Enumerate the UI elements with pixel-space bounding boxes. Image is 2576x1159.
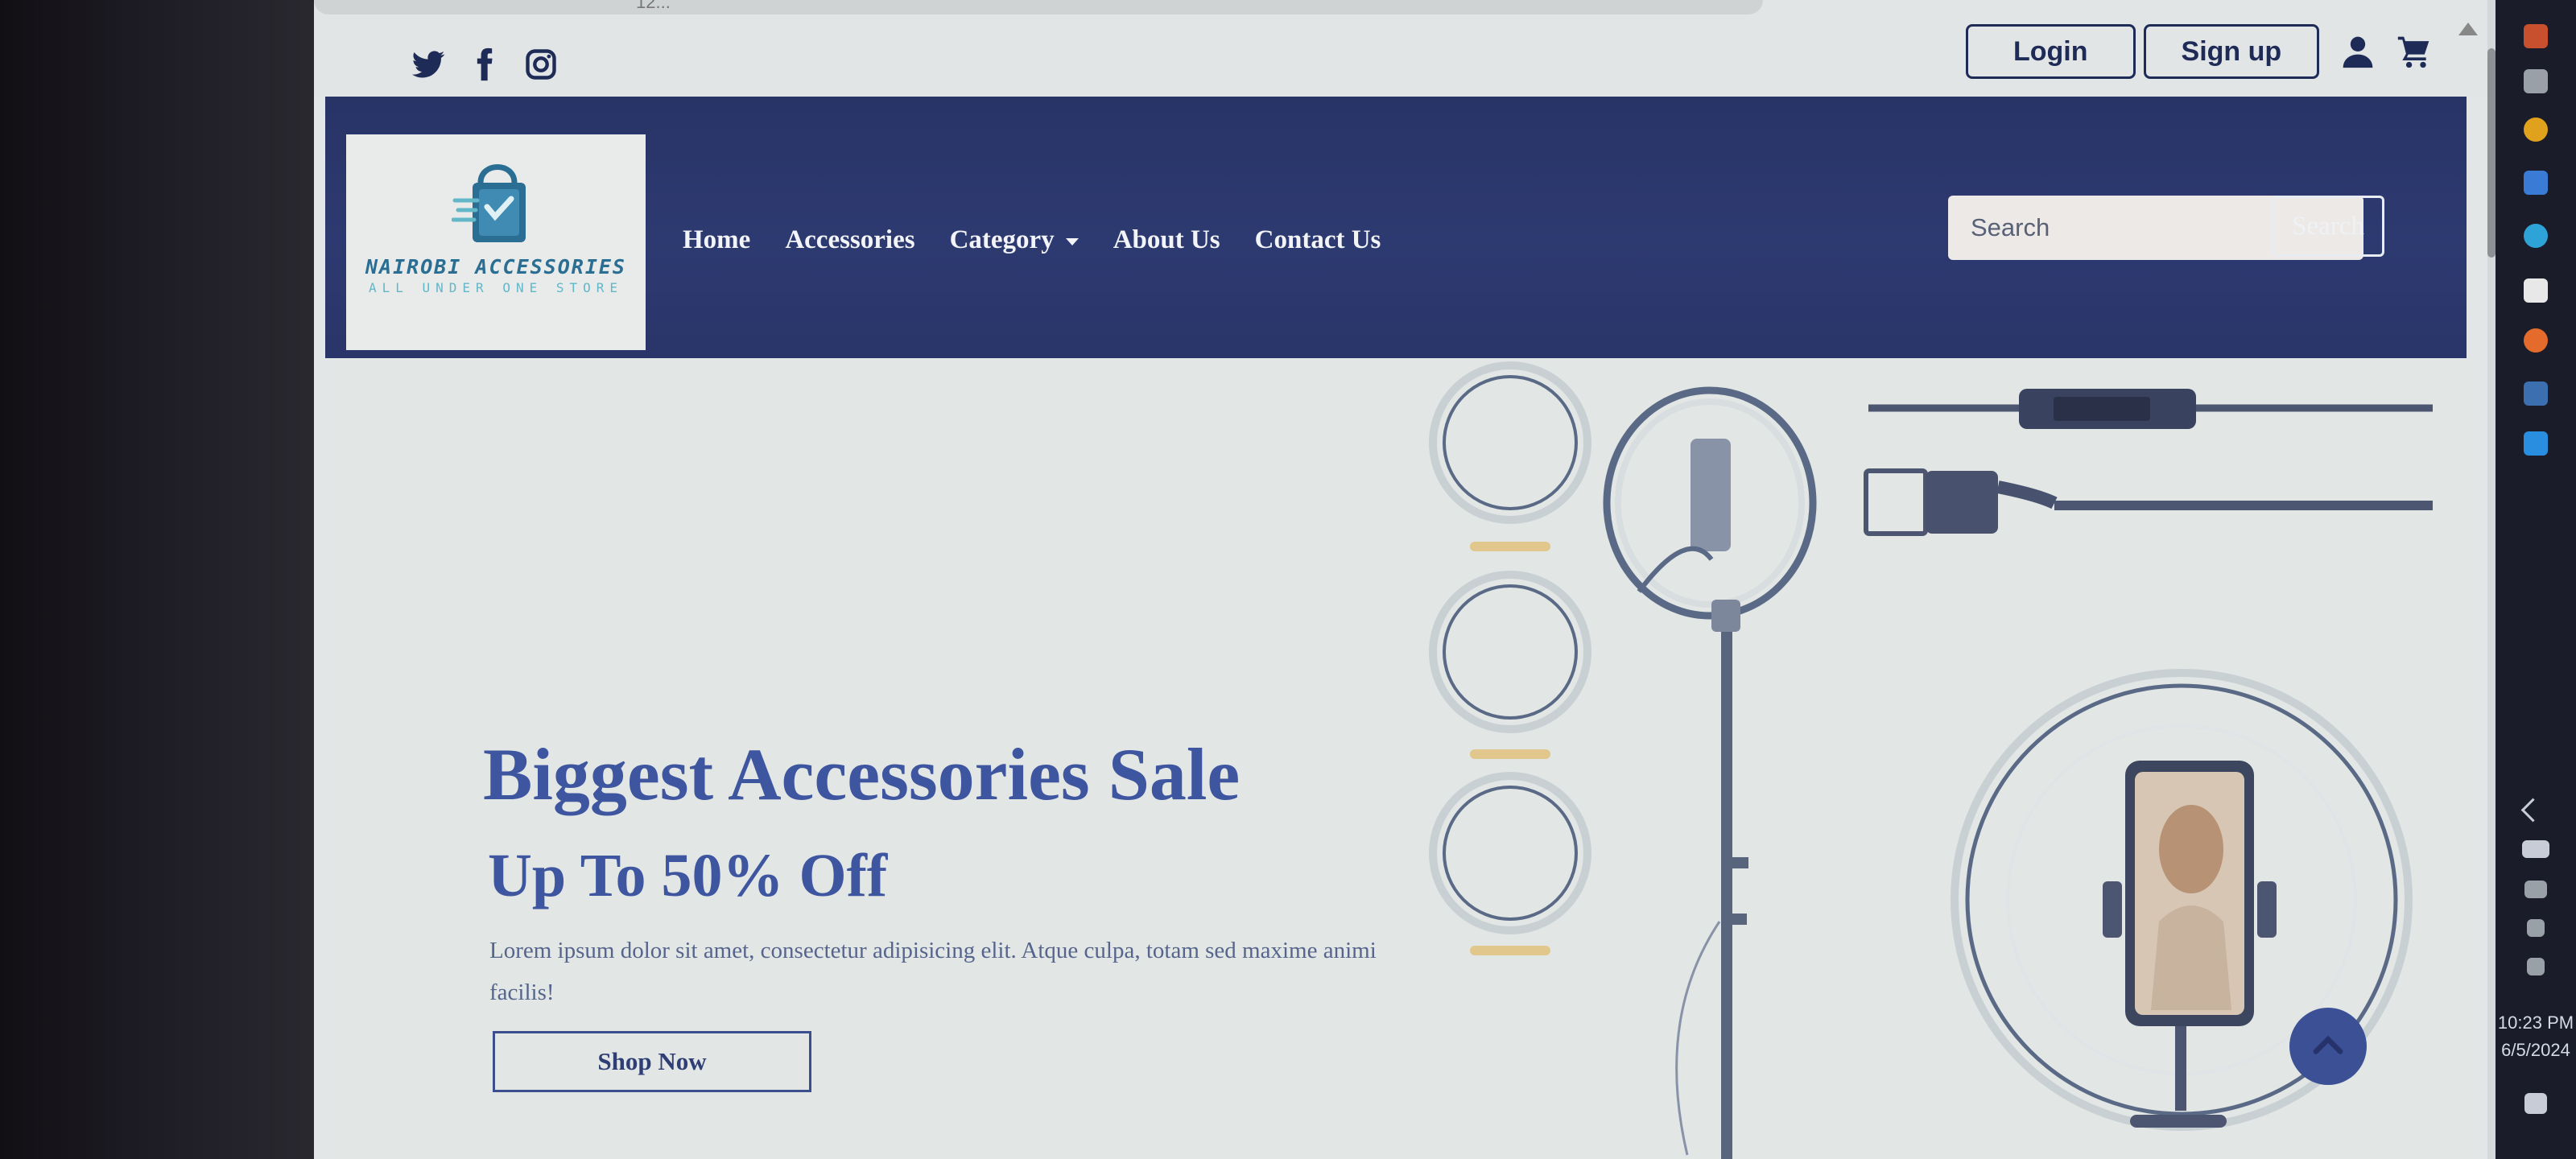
nav-link-category-label: Category: [949, 225, 1055, 254]
chevron-up-icon: [2313, 1035, 2343, 1054]
hero-description: Lorem ipsum dolor sit amet, consectetur …: [489, 938, 1377, 1005]
shop-now-button[interactable]: Shop Now: [493, 1031, 811, 1092]
monitor-bezel-left: [0, 0, 322, 1159]
wifi-icon[interactable]: [2527, 919, 2545, 937]
hero-title: Biggest Accessories Sale: [483, 733, 1241, 815]
browser-viewport: 12... Login Sign up NAIROBI ACCESSORIES: [314, 0, 2496, 1159]
pen-icon[interactable]: [2527, 958, 2545, 975]
browser-tab-strip: 12...: [314, 0, 1763, 14]
nav-link-contact[interactable]: Contact Us: [1255, 225, 1381, 255]
taskbar-date[interactable]: 6/5/2024: [2496, 1040, 2576, 1061]
hero-subtitle: Up To 50% Off: [488, 842, 888, 909]
file-explorer-icon[interactable]: [2524, 24, 2548, 48]
twitter-icon[interactable]: [411, 47, 446, 82]
logo-tagline: ALL UNDER ONE STORE: [368, 280, 624, 295]
nav-links: Home Accessories Category About Us Conta…: [683, 225, 1415, 255]
signup-button[interactable]: Sign up: [2143, 24, 2320, 79]
user-icon[interactable]: [2340, 34, 2376, 69]
logo-brand-text: NAIROBI ACCESSORIES: [365, 255, 626, 278]
site-logo[interactable]: NAIROBI ACCESSORIES ALL UNDER ONE STORE: [346, 134, 646, 350]
login-button[interactable]: Login: [1966, 24, 2136, 79]
scrollbar-thumb[interactable]: [2487, 48, 2496, 258]
nav-link-category[interactable]: Category: [950, 225, 1079, 255]
apps-grid-icon[interactable]: [2524, 69, 2548, 93]
instagram-icon[interactable]: [523, 47, 559, 82]
social-links: [411, 47, 559, 82]
hero-banner: Biggest Accessories Sale Up To 50% Off L…: [335, 358, 2468, 1159]
page-scrollbar[interactable]: [2487, 0, 2496, 1159]
shopping-bag-logo-icon: [452, 164, 526, 242]
windows-taskbar: 10:23 PM 6/5/2024: [2496, 0, 2576, 1159]
edge-icon[interactable]: [2524, 224, 2548, 248]
auth-controls: Login Sign up: [1966, 24, 2432, 79]
top-bar: 12... Login Sign up: [314, 0, 2487, 97]
caret-down-icon: [1065, 238, 1079, 245]
calendar-icon[interactable]: [2524, 278, 2548, 303]
firefox-icon[interactable]: [2524, 328, 2548, 353]
nav-link-accessories[interactable]: Accessories: [785, 225, 914, 255]
chrome-icon[interactable]: [2524, 118, 2548, 142]
browser-url[interactable]: 12...: [636, 0, 671, 13]
battery-volume-icon[interactable]: [2522, 840, 2549, 858]
chevron-left-icon[interactable]: [2520, 798, 2545, 823]
mail-icon[interactable]: [2524, 171, 2548, 195]
nav-link-about[interactable]: About Us: [1113, 225, 1220, 255]
back-to-top-button[interactable]: [2289, 1008, 2367, 1085]
facebook-icon[interactable]: [467, 47, 502, 82]
notification-icon[interactable]: [2524, 1093, 2547, 1114]
cart-icon[interactable]: [2396, 34, 2432, 69]
search-button[interactable]: Search: [2272, 196, 2384, 257]
display-icon[interactable]: [2524, 881, 2547, 898]
keyboard-icon[interactable]: [2524, 382, 2548, 406]
vscode-icon[interactable]: [2524, 431, 2548, 456]
taskbar-time[interactable]: 10:23 PM: [2496, 1013, 2576, 1033]
scrollbar-up-arrow[interactable]: [2458, 23, 2478, 35]
main-navbar: NAIROBI ACCESSORIES ALL UNDER ONE STORE …: [325, 97, 2467, 358]
nav-link-home[interactable]: Home: [683, 225, 750, 255]
